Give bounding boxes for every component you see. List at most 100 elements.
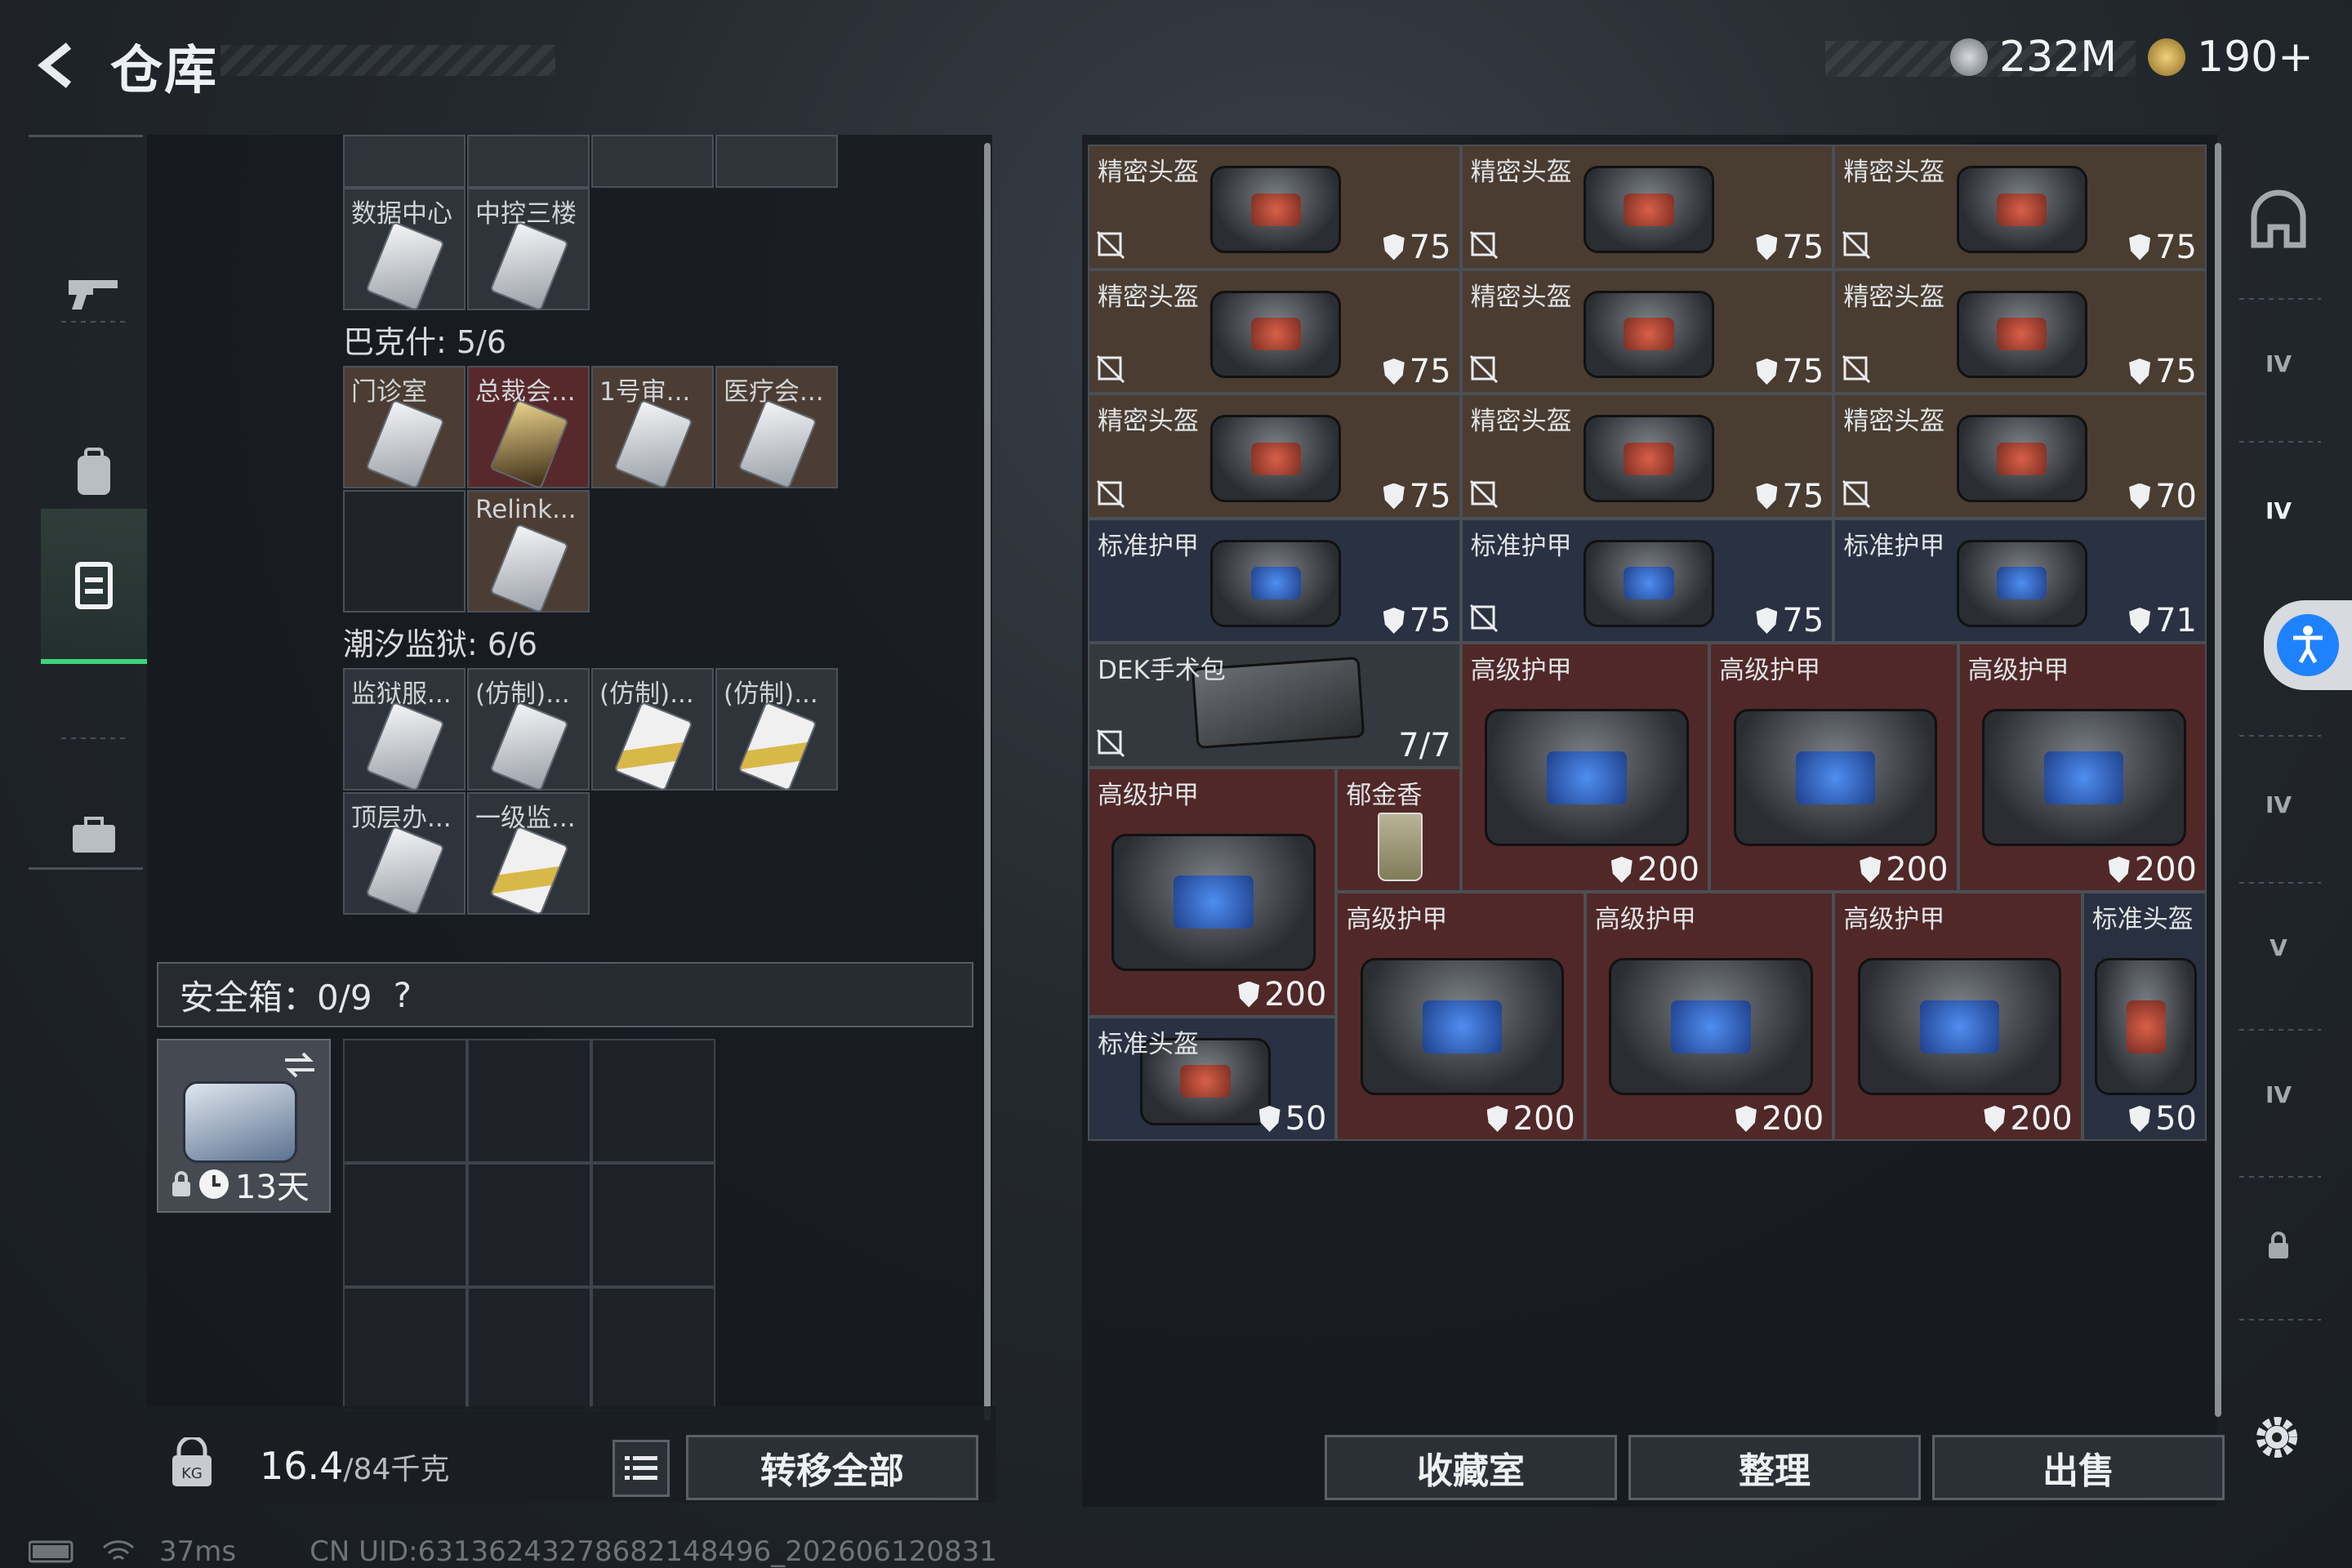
section-title-bakshi: 巴克什: 5/6 bbox=[343, 324, 507, 360]
item-label: 郁金香 bbox=[1346, 780, 1423, 810]
safe-slot[interactable] bbox=[467, 1163, 591, 1287]
inventory-item[interactable]: 精密头盔 75 bbox=[1460, 394, 1834, 519]
tier-filter-4[interactable]: V bbox=[2242, 911, 2315, 984]
stash-item-keycard[interactable]: 顶层办... bbox=[343, 792, 466, 916]
inventory-item[interactable]: 精密头盔 75 bbox=[1088, 394, 1461, 519]
svg-text:KG: KG bbox=[181, 1465, 203, 1482]
stash-scrollbar[interactable] bbox=[984, 143, 991, 1421]
tier-filter-2[interactable]: IV bbox=[2242, 474, 2315, 547]
inventory-item[interactable]: 精密头盔 75 bbox=[1833, 145, 2207, 270]
inventory-item[interactable]: 精密头盔 75 bbox=[1088, 269, 1461, 394]
safe-slot[interactable] bbox=[467, 1287, 591, 1411]
helmet-slot-button[interactable] bbox=[2242, 184, 2315, 257]
sell-button[interactable]: 出售 bbox=[1932, 1435, 2225, 1500]
inventory-item[interactable]: 精密头盔 75 bbox=[1833, 269, 2207, 394]
stash-item-keycard[interactable]: 门诊室 bbox=[343, 366, 466, 490]
durability-value: 200 bbox=[2134, 851, 2197, 889]
shield-icon bbox=[1756, 483, 1778, 510]
help-icon[interactable]: ? bbox=[394, 975, 412, 1015]
item-label: 精密头盔 bbox=[1098, 158, 1199, 187]
safe-slot[interactable] bbox=[591, 1287, 715, 1411]
durability-value: 75 bbox=[1782, 602, 1824, 639]
silver-currency[interactable]: 232M bbox=[1950, 33, 2117, 82]
inventory-item[interactable]: 标准护甲 71 bbox=[1833, 518, 2207, 643]
lock-filter-button[interactable] bbox=[2242, 1209, 2315, 1282]
stash-item-keycard[interactable]: 中控三楼 bbox=[467, 188, 590, 312]
stash-cell-partial[interactable] bbox=[343, 135, 466, 188]
stash-item-keycard[interactable]: 监狱服... bbox=[343, 668, 466, 792]
safe-slot[interactable] bbox=[467, 1039, 591, 1163]
helmet-bag-icon bbox=[1583, 166, 1714, 254]
swap-icon[interactable] bbox=[282, 1050, 318, 1080]
tier-filter-3[interactable]: IV bbox=[2242, 768, 2315, 841]
stash-item-keycard[interactable]: 数据中心 bbox=[343, 188, 466, 312]
inventory-item[interactable]: DEK手术包 7/7 bbox=[1088, 643, 1461, 768]
inventory-scrollbar[interactable] bbox=[2215, 143, 2221, 1417]
stash-cell-partial[interactable] bbox=[591, 135, 714, 188]
inventory-item[interactable]: 精密头盔 75 bbox=[1460, 145, 1834, 270]
shield-icon bbox=[1756, 359, 1778, 385]
keycard-icon bbox=[489, 701, 569, 792]
stash-empty-slot[interactable] bbox=[343, 490, 466, 612]
inventory-item[interactable]: 标准头盔 50 bbox=[2082, 892, 2207, 1141]
list-view-button[interactable] bbox=[612, 1440, 670, 1497]
lock-icon bbox=[172, 1171, 190, 1196]
inventory-item[interactable]: 高级护甲 200 bbox=[1088, 767, 1337, 1017]
settings-button[interactable] bbox=[2250, 1410, 2304, 1468]
no-insurance-icon bbox=[1096, 728, 1125, 757]
safe-box-item[interactable]: 13天 bbox=[157, 1039, 331, 1213]
stash-item-keycard[interactable]: (仿制)... bbox=[715, 668, 838, 792]
organize-button[interactable]: 整理 bbox=[1628, 1435, 1921, 1500]
collection-room-button[interactable]: 收藏室 bbox=[1325, 1435, 1617, 1500]
inventory-item[interactable]: 高级护甲 200 bbox=[1584, 892, 1834, 1141]
item-durability: 50 bbox=[2129, 1100, 2197, 1138]
battery-icon bbox=[29, 1540, 74, 1563]
accessibility-button[interactable] bbox=[2264, 600, 2352, 690]
no-insurance-icon bbox=[1469, 479, 1498, 508]
stash-item-keycard[interactable]: 一级监... bbox=[467, 792, 590, 916]
safe-slot[interactable] bbox=[343, 1163, 467, 1287]
tier-filter-5[interactable]: IV bbox=[2242, 1058, 2315, 1131]
inventory-item[interactable]: 高级护甲 200 bbox=[1958, 643, 2207, 892]
inventory-item[interactable]: 郁金香 bbox=[1336, 767, 1461, 892]
safe-slot[interactable] bbox=[591, 1163, 715, 1287]
inventory-item[interactable]: 高级护甲 200 bbox=[1709, 643, 1958, 892]
inventory-item[interactable]: 高级护甲 200 bbox=[1460, 643, 1710, 892]
keycard-icon bbox=[613, 701, 693, 792]
stash-item-keycard[interactable]: Relink... bbox=[467, 490, 590, 614]
item-durability: 200 bbox=[1860, 851, 1949, 889]
gold-currency[interactable]: 190+ bbox=[2148, 33, 2314, 82]
stash-item-keycard[interactable]: 医疗会... bbox=[715, 366, 838, 490]
stash-item-keycard[interactable]: (仿制)... bbox=[467, 668, 590, 792]
transfer-all-button[interactable]: 转移全部 bbox=[686, 1435, 978, 1500]
stash-item-keycard[interactable]: (仿制)... bbox=[591, 668, 714, 792]
stash-cell-partial[interactable] bbox=[467, 135, 590, 188]
item-label: 精密头盔 bbox=[1098, 407, 1199, 436]
inventory-item[interactable]: 精密头盔 70 bbox=[1833, 394, 2207, 519]
item-label: 精密头盔 bbox=[1470, 158, 1572, 187]
nav-armor[interactable] bbox=[41, 509, 147, 664]
inventory-item[interactable]: 标准护甲 75 bbox=[1088, 518, 1461, 643]
item-durability: 200 bbox=[1610, 851, 1699, 889]
inventory-item[interactable]: 精密头盔 75 bbox=[1460, 269, 1834, 394]
safe-slot[interactable] bbox=[591, 1039, 715, 1163]
safe-slot[interactable] bbox=[343, 1039, 467, 1163]
stash-item-keycard[interactable]: 总裁会... bbox=[467, 366, 590, 490]
tier-filter-1[interactable]: IV bbox=[2242, 327, 2315, 400]
stash-item-keycard[interactable]: 1号审... bbox=[591, 366, 714, 490]
armor-bag-icon bbox=[1583, 539, 1714, 627]
back-button[interactable] bbox=[24, 33, 90, 98]
page-title: 仓库 bbox=[110, 41, 218, 101]
inventory-item[interactable]: 高级护甲 200 bbox=[1833, 892, 2082, 1141]
inventory-item[interactable]: 标准头盔 50 bbox=[1088, 1016, 1337, 1141]
nav-briefcase[interactable] bbox=[41, 758, 147, 913]
item-label: 标准头盔 bbox=[2091, 905, 2194, 934]
nav-weapons[interactable] bbox=[41, 215, 147, 370]
stash-cell-partial[interactable] bbox=[715, 135, 838, 188]
inventory-item[interactable]: 精密头盔 75 bbox=[1088, 145, 1461, 270]
safe-slot[interactable] bbox=[343, 1287, 467, 1411]
item-label: 标准头盔 bbox=[1098, 1029, 1199, 1059]
item-label: DEK手术包 bbox=[1098, 656, 1226, 685]
inventory-item[interactable]: 高级护甲 200 bbox=[1336, 892, 1585, 1141]
inventory-item[interactable]: 标准护甲 75 bbox=[1460, 518, 1834, 643]
